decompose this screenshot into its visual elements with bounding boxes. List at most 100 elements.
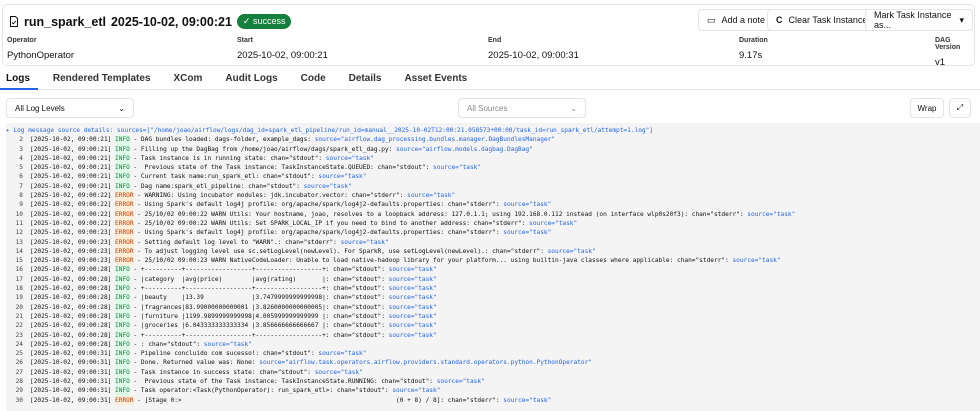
log-timestamp: [2025-10-02, 09:00:21] bbox=[30, 182, 112, 190]
log-line: 25 [2025-10-02, 09:00:31] INFO - Pipeline… bbox=[6, 349, 980, 359]
clear-task-instance-button[interactable]: C Clear Task Instance bbox=[767, 9, 877, 31]
log-message: - +----------+------------------+-------… bbox=[129, 285, 389, 293]
source-select[interactable]: All Sources ⌄ bbox=[458, 98, 586, 118]
log-message: - Previous state of the Task instance: T… bbox=[129, 378, 437, 386]
log-timestamp: [2025-10-02, 09:00:21] bbox=[30, 173, 112, 181]
line-number: 23 bbox=[15, 331, 23, 339]
log-line: 6 [2025-10-02, 09:00:21] INFO - Current t… bbox=[6, 172, 980, 182]
tab-xcom[interactable]: XCom bbox=[168, 70, 211, 90]
line-number: 30 bbox=[15, 396, 23, 404]
meta-value: 2025-10-02, 09:00:31 bbox=[488, 50, 579, 61]
line-number: 16 bbox=[15, 266, 23, 274]
log-level: INFO bbox=[115, 153, 130, 164]
log-line: 23 [2025-10-02, 09:00:28] INFO - +-------… bbox=[6, 330, 980, 340]
log-source: source="task" bbox=[340, 238, 389, 246]
line-number: 28 bbox=[15, 378, 23, 386]
log-line: 22 [2025-10-02, 09:00:28] INFO - |groceri… bbox=[6, 321, 980, 331]
line-number: 20 bbox=[15, 303, 23, 311]
log-message: - Task instance in success state: chan="… bbox=[129, 368, 315, 376]
log-level-select[interactable]: All Log Levels ⌄ bbox=[6, 98, 134, 118]
tab-rendered-templates[interactable]: Rendered Templates bbox=[47, 70, 159, 90]
log-message: - Previous state of the Task instance: T… bbox=[129, 164, 433, 172]
log-source: source="task" bbox=[388, 312, 437, 320]
log-line: 13 [2025-10-02, 09:00:23] ERROR - Setting… bbox=[6, 237, 980, 247]
log-source: source="task" bbox=[388, 303, 437, 311]
line-number: 18 bbox=[15, 285, 23, 293]
log-level: INFO bbox=[115, 367, 130, 378]
log-source-details[interactable]: ▸ Log message source details: sources=["… bbox=[6, 126, 980, 135]
add-note-label: Add a note bbox=[721, 15, 766, 25]
log-timestamp: [2025-10-02, 09:00:23] bbox=[30, 247, 112, 255]
log-level: INFO bbox=[115, 349, 130, 359]
meta-value: 2025-10-02, 09:00:21 bbox=[237, 50, 328, 61]
log-source: source="task" bbox=[392, 387, 441, 395]
log-source: source="task" bbox=[732, 257, 781, 265]
line-number: 27 bbox=[15, 368, 23, 376]
meta-duration: Duration 9.17s bbox=[739, 37, 768, 61]
log-viewer[interactable]: ▸ Log message source details: sources=["… bbox=[6, 123, 980, 411]
log-level: INFO bbox=[115, 339, 130, 350]
log-line: 27 [2025-10-02, 09:00:31] INFO - Task ins… bbox=[6, 367, 980, 378]
line-number: 14 bbox=[15, 247, 23, 255]
log-line: 5 [2025-10-02, 09:00:21] INFO - Previous … bbox=[6, 163, 980, 173]
log-line: 17 [2025-10-02, 09:00:28] INFO - |categor… bbox=[6, 274, 980, 285]
tab-code[interactable]: Code bbox=[295, 70, 334, 90]
log-source: source="task" bbox=[433, 164, 482, 172]
log-message: - Task instance is in running state: cha… bbox=[129, 154, 326, 162]
mark-task-instance-dropdown[interactable]: Mark Task Instance as... ▾ bbox=[865, 9, 973, 31]
clear-label: Clear Task Instance bbox=[788, 15, 868, 25]
chevron-down-icon: ⌄ bbox=[118, 103, 125, 113]
log-line: 3 [2025-10-02, 09:00:21] INFO - Filling u… bbox=[6, 144, 980, 154]
log-line: 8 [2025-10-02, 09:00:22] ERROR - WARNING:… bbox=[6, 191, 980, 201]
line-number: 25 bbox=[15, 350, 23, 358]
meta-value: v1 bbox=[935, 57, 946, 68]
wrap-button[interactable]: Wrap bbox=[910, 98, 944, 118]
log-source: source="airflow.models.dagbag.DagBag" bbox=[396, 145, 533, 153]
line-number: 12 bbox=[15, 229, 23, 237]
log-level: ERROR bbox=[115, 256, 134, 266]
log-line: 7 [2025-10-02, 09:00:21] INFO - Dag name:… bbox=[6, 181, 980, 192]
tab-logs[interactable]: Logs bbox=[0, 70, 38, 90]
log-line: 2 [2025-10-02, 09:00:21] INFO - DAG bundl… bbox=[6, 135, 980, 145]
meta-dag-version: DAG Version v1 bbox=[935, 37, 974, 68]
line-number: 26 bbox=[15, 359, 23, 367]
refresh-icon: C bbox=[776, 15, 783, 25]
meta-label: Operator bbox=[7, 37, 37, 44]
meta-label: Duration bbox=[739, 37, 768, 44]
log-level: INFO bbox=[115, 163, 130, 173]
tab-details[interactable]: Details bbox=[343, 70, 390, 90]
log-source: source="task" bbox=[747, 210, 796, 218]
line-number: 15 bbox=[15, 257, 23, 265]
mark-label: Mark Task Instance as... bbox=[874, 10, 952, 30]
log-timestamp: [2025-10-02, 09:00:28] bbox=[30, 331, 112, 339]
meta-end: End 2025-10-02, 09:00:31 bbox=[488, 37, 579, 61]
add-note-button[interactable]: ▭ Add a note bbox=[698, 9, 775, 31]
log-source: source="task" bbox=[529, 219, 578, 227]
meta-value: PythonOperator bbox=[7, 50, 75, 61]
line-number: 7 bbox=[19, 182, 23, 190]
log-message: - Current task name:run_spark_etl: chan=… bbox=[129, 173, 319, 181]
caret-right-icon: ▸ bbox=[6, 127, 14, 134]
line-number: 17 bbox=[15, 275, 23, 283]
tab-audit-logs[interactable]: Audit Logs bbox=[219, 70, 285, 90]
log-timestamp: [2025-10-02, 09:00:21] bbox=[30, 164, 112, 172]
log-timestamp: [2025-10-02, 09:00:22] bbox=[30, 192, 112, 200]
log-source: source="task" bbox=[318, 173, 367, 181]
log-message: - To adjust logging level use sc.setLogL… bbox=[133, 247, 548, 255]
log-level: INFO bbox=[115, 135, 130, 145]
log-timestamp: [2025-10-02, 09:00:31] bbox=[30, 359, 112, 367]
log-source: source="task" bbox=[318, 350, 367, 358]
meta-label: End bbox=[488, 37, 502, 44]
log-timestamp: [2025-10-02, 09:00:23] bbox=[30, 229, 112, 237]
line-number: 11 bbox=[15, 219, 23, 227]
log-level: INFO bbox=[115, 321, 130, 331]
log-message: - |beauty |13.39 |3.7479999999999998|: c… bbox=[129, 294, 389, 302]
tab-bar: Logs Rendered Templates XCom Audit Logs … bbox=[0, 70, 980, 90]
expand-button[interactable]: ⤢ bbox=[949, 98, 971, 118]
tab-asset-events[interactable]: Asset Events bbox=[398, 70, 475, 90]
task-id: run_spark_etl bbox=[24, 14, 106, 29]
log-source: source="airflow.task.operators.airflow.p… bbox=[259, 359, 592, 367]
log-message: - : chan="stdout": bbox=[129, 340, 204, 348]
line-number: 2 bbox=[19, 136, 23, 144]
log-timestamp: [2025-10-02, 09:00:28] bbox=[30, 322, 112, 330]
